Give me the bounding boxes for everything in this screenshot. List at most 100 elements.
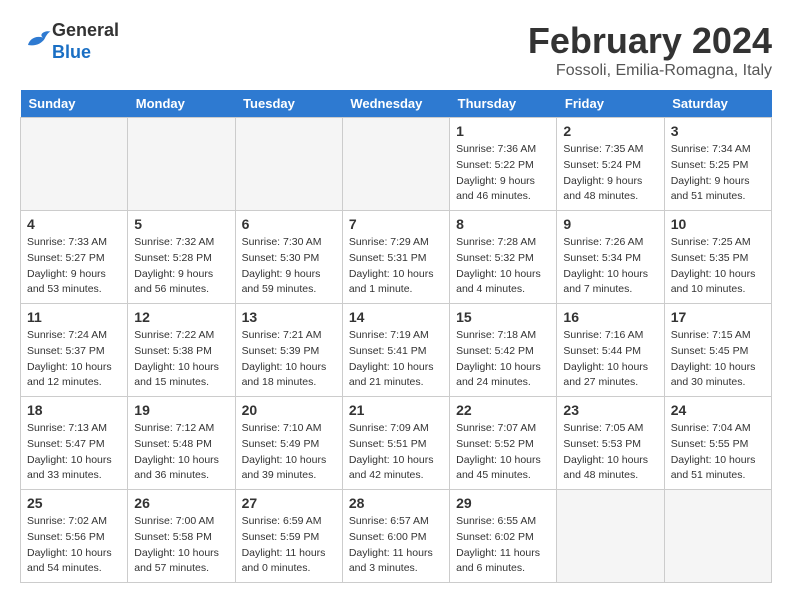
calendar-cell: 2 Sunrise: 7:35 AM Sunset: 5:24 PM Daylig… [557,118,664,211]
calendar-cell: 24 Sunrise: 7:04 AM Sunset: 5:55 PM Dayli… [664,397,771,490]
day-number: 8 [456,216,550,232]
day-number: 25 [27,495,121,511]
calendar-cell: 22 Sunrise: 7:07 AM Sunset: 5:52 PM Dayli… [450,397,557,490]
column-header-friday: Friday [557,90,664,118]
calendar-cell: 29Sunrise: 6:55 AM Sunset: 6:02 PM Dayli… [450,490,557,583]
column-header-sunday: Sunday [21,90,128,118]
day-number: 9 [563,216,657,232]
logo-general-text: General [52,20,119,40]
day-number: 6 [242,216,336,232]
calendar-week-row: 1 Sunrise: 7:36 AM Sunset: 5:22 PM Daylig… [21,118,772,211]
day-info: Sunrise: 7:33 AM Sunset: 5:27 PM Dayligh… [27,235,121,298]
calendar-week-row: 25 Sunrise: 7:02 AM Sunset: 5:56 PM Dayli… [21,490,772,583]
calendar-cell: 16 Sunrise: 7:16 AM Sunset: 5:44 PM Dayli… [557,304,664,397]
day-info: Sunrise: 7:19 AM Sunset: 5:41 PM Dayligh… [349,328,443,391]
day-info: Sunrise: 7:22 AM Sunset: 5:38 PM Dayligh… [134,328,228,391]
page-header: General Blue February 2024 Fossoli, Emil… [20,20,772,80]
day-number: 14 [349,309,443,325]
day-number: 29 [456,495,550,511]
calendar-cell: 20 Sunrise: 7:10 AM Sunset: 5:49 PM Dayli… [235,397,342,490]
day-info: Sunrise: 7:04 AM Sunset: 5:55 PM Dayligh… [671,421,765,484]
day-info: Sunrise: 7:25 AM Sunset: 5:35 PM Dayligh… [671,235,765,298]
day-number: 3 [671,123,765,139]
calendar-cell [21,118,128,211]
day-info: Sunrise: 7:10 AM Sunset: 5:49 PM Dayligh… [242,421,336,484]
calendar-cell [128,118,235,211]
calendar-cell: 4 Sunrise: 7:33 AM Sunset: 5:27 PM Daylig… [21,211,128,304]
column-header-saturday: Saturday [664,90,771,118]
day-info: Sunrise: 7:29 AM Sunset: 5:31 PM Dayligh… [349,235,443,298]
day-number: 5 [134,216,228,232]
day-info: Sunrise: 7:34 AM Sunset: 5:25 PM Dayligh… [671,142,765,205]
day-info: Sunrise: 7:30 AM Sunset: 5:30 PM Dayligh… [242,235,336,298]
day-number: 22 [456,402,550,418]
calendar-week-row: 4 Sunrise: 7:33 AM Sunset: 5:27 PM Daylig… [21,211,772,304]
header-row: SundayMondayTuesdayWednesdayThursdayFrid… [21,90,772,118]
calendar-cell: 17 Sunrise: 7:15 AM Sunset: 5:45 PM Dayli… [664,304,771,397]
day-number: 26 [134,495,228,511]
calendar-cell [664,490,771,583]
day-info: Sunrise: 7:32 AM Sunset: 5:28 PM Dayligh… [134,235,228,298]
day-info: Sunrise: 7:35 AM Sunset: 5:24 PM Dayligh… [563,142,657,205]
day-info: Sunrise: 7:02 AM Sunset: 5:56 PM Dayligh… [27,514,121,577]
day-info: Sunrise: 7:12 AM Sunset: 5:48 PM Dayligh… [134,421,228,484]
calendar-cell: 3 Sunrise: 7:34 AM Sunset: 5:25 PM Daylig… [664,118,771,211]
day-number: 13 [242,309,336,325]
day-info: Sunrise: 7:26 AM Sunset: 5:34 PM Dayligh… [563,235,657,298]
day-info: Sunrise: 7:13 AM Sunset: 5:47 PM Dayligh… [27,421,121,484]
calendar-cell [235,118,342,211]
day-info: Sunrise: 7:24 AM Sunset: 5:37 PM Dayligh… [27,328,121,391]
calendar-cell: 13 Sunrise: 7:21 AM Sunset: 5:39 PM Dayli… [235,304,342,397]
logo-bird-icon [22,24,52,54]
calendar-cell: 7 Sunrise: 7:29 AM Sunset: 5:31 PM Daylig… [342,211,449,304]
day-number: 16 [563,309,657,325]
month-title: February 2024 [528,20,772,62]
day-info: Sunrise: 7:18 AM Sunset: 5:42 PM Dayligh… [456,328,550,391]
calendar-cell: 27Sunrise: 6:59 AM Sunset: 5:59 PM Dayli… [235,490,342,583]
logo-blue-text: Blue [52,42,91,62]
day-number: 28 [349,495,443,511]
calendar-cell: 5 Sunrise: 7:32 AM Sunset: 5:28 PM Daylig… [128,211,235,304]
title-block: February 2024 Fossoli, Emilia-Romagna, I… [528,20,772,80]
day-number: 21 [349,402,443,418]
column-header-monday: Monday [128,90,235,118]
location-title: Fossoli, Emilia-Romagna, Italy [528,62,772,80]
day-info: Sunrise: 7:16 AM Sunset: 5:44 PM Dayligh… [563,328,657,391]
day-info: Sunrise: 7:05 AM Sunset: 5:53 PM Dayligh… [563,421,657,484]
calendar-cell: 14 Sunrise: 7:19 AM Sunset: 5:41 PM Dayli… [342,304,449,397]
calendar-cell: 21 Sunrise: 7:09 AM Sunset: 5:51 PM Dayli… [342,397,449,490]
day-number: 27 [242,495,336,511]
calendar-cell: 15 Sunrise: 7:18 AM Sunset: 5:42 PM Dayli… [450,304,557,397]
calendar-cell: 1 Sunrise: 7:36 AM Sunset: 5:22 PM Daylig… [450,118,557,211]
day-number: 17 [671,309,765,325]
day-number: 4 [27,216,121,232]
day-info: Sunrise: 7:36 AM Sunset: 5:22 PM Dayligh… [456,142,550,205]
calendar-cell: 28 Sunrise: 6:57 AM Sunset: 6:00 PM Dayli… [342,490,449,583]
day-info: Sunrise: 7:00 AM Sunset: 5:58 PM Dayligh… [134,514,228,577]
day-info: Sunrise: 7:21 AM Sunset: 5:39 PM Dayligh… [242,328,336,391]
day-number: 15 [456,309,550,325]
column-header-tuesday: Tuesday [235,90,342,118]
calendar-cell: 11Sunrise: 7:24 AM Sunset: 5:37 PM Dayli… [21,304,128,397]
calendar-week-row: 11Sunrise: 7:24 AM Sunset: 5:37 PM Dayli… [21,304,772,397]
calendar-cell: 26 Sunrise: 7:00 AM Sunset: 5:58 PM Dayli… [128,490,235,583]
calendar-cell: 23Sunrise: 7:05 AM Sunset: 5:53 PM Dayli… [557,397,664,490]
day-info: Sunrise: 7:09 AM Sunset: 5:51 PM Dayligh… [349,421,443,484]
day-info: Sunrise: 7:07 AM Sunset: 5:52 PM Dayligh… [456,421,550,484]
calendar-cell: 19Sunrise: 7:12 AM Sunset: 5:48 PM Dayli… [128,397,235,490]
column-header-wednesday: Wednesday [342,90,449,118]
day-number: 1 [456,123,550,139]
logo: General Blue [20,20,119,63]
day-info: Sunrise: 6:57 AM Sunset: 6:00 PM Dayligh… [349,514,443,577]
day-info: Sunrise: 7:15 AM Sunset: 5:45 PM Dayligh… [671,328,765,391]
calendar-cell: 25 Sunrise: 7:02 AM Sunset: 5:56 PM Dayli… [21,490,128,583]
calendar-cell: 12Sunrise: 7:22 AM Sunset: 5:38 PM Dayli… [128,304,235,397]
day-info: Sunrise: 7:28 AM Sunset: 5:32 PM Dayligh… [456,235,550,298]
calendar-table: SundayMondayTuesdayWednesdayThursdayFrid… [20,90,772,583]
day-number: 18 [27,402,121,418]
day-number: 20 [242,402,336,418]
day-number: 7 [349,216,443,232]
calendar-cell: 6 Sunrise: 7:30 AM Sunset: 5:30 PM Daylig… [235,211,342,304]
day-number: 24 [671,402,765,418]
day-number: 2 [563,123,657,139]
